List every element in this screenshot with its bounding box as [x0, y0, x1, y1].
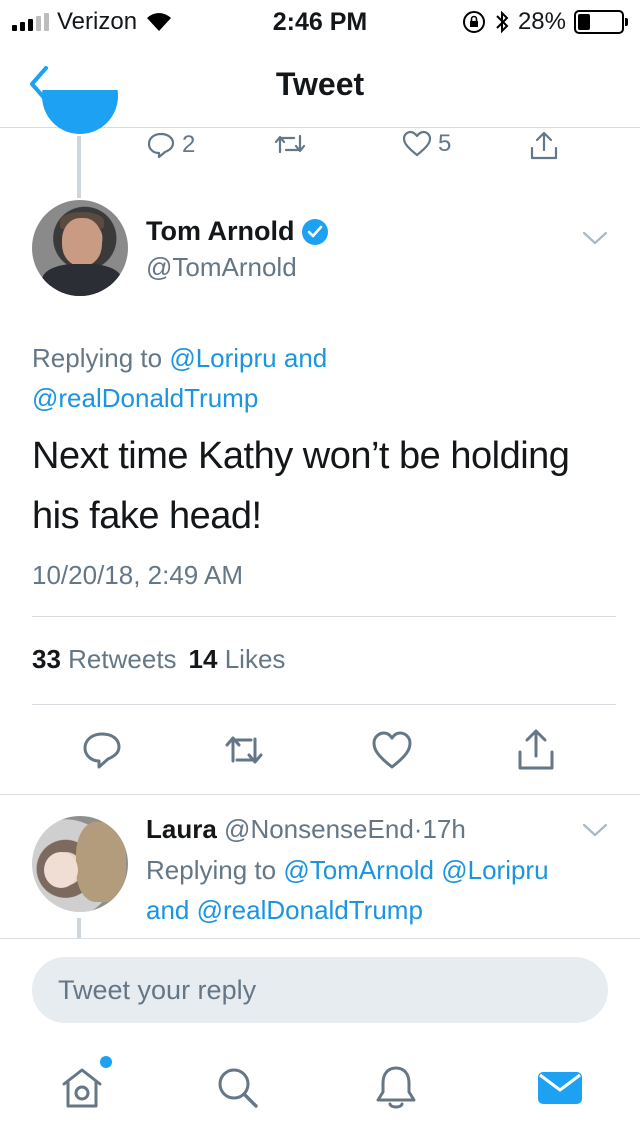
reply-meta: Laura @NonsenseEnd·17h — [146, 814, 466, 845]
reply-name[interactable]: Laura — [146, 814, 217, 844]
replying-and[interactable]: and — [284, 343, 327, 373]
prev-share-button[interactable] — [528, 130, 560, 162]
author-handle[interactable]: @TomArnold — [146, 252, 297, 283]
likes-stat[interactable]: 14 Likes — [189, 644, 286, 675]
tweet-actions — [0, 728, 640, 772]
mention-link[interactable]: @realDonaldTrump — [197, 895, 423, 925]
prev-like-button[interactable]: 5 — [402, 130, 451, 158]
bluetooth-icon — [496, 10, 509, 34]
reply-replying-prefix: Replying to — [146, 855, 277, 885]
bell-icon — [376, 1066, 416, 1109]
likes-label: Likes — [224, 644, 286, 674]
tab-search[interactable] — [212, 1062, 264, 1114]
reply-avatar[interactable] — [32, 816, 128, 912]
battery-percent: 28% — [517, 8, 566, 35]
reply-and[interactable]: and — [146, 895, 189, 925]
rotation-lock-icon — [462, 11, 485, 33]
home-icon — [62, 1068, 102, 1108]
tweet-timestamp: 10/20/18, 2:49 AM — [32, 560, 244, 590]
search-icon — [218, 1068, 258, 1108]
replying-to: Replying to @Loripru and @realDonaldTrum… — [32, 338, 612, 418]
reply-handle[interactable]: @NonsenseEnd — [224, 814, 414, 844]
prev-retweet-button[interactable] — [272, 130, 308, 158]
mention-link[interactable]: @Loripru — [169, 343, 276, 373]
new-content-dot — [100, 1056, 112, 1068]
heart-icon — [402, 130, 432, 157]
tab-home[interactable] — [56, 1056, 112, 1114]
prev-reply-count: 2 — [182, 131, 196, 158]
chevron-down-icon[interactable] — [582, 822, 608, 838]
reply-time: 17h — [422, 814, 466, 844]
divider — [32, 704, 616, 705]
status-right: 28% — [462, 8, 628, 36]
author-avatar[interactable] — [32, 200, 128, 296]
verified-badge-icon — [302, 218, 329, 245]
tab-notifications[interactable] — [370, 1062, 422, 1114]
tweet-author: Tom Arnold @TomArnold — [32, 200, 608, 300]
tab-bar — [0, 1040, 640, 1136]
author-name[interactable]: Tom Arnold — [146, 216, 294, 247]
prev-tweet-actions: 2 5 — [0, 128, 640, 164]
reply-icon[interactable] — [80, 728, 124, 772]
reply-input[interactable]: Tweet your reply — [32, 957, 608, 1023]
divider — [32, 616, 616, 617]
status-bar: Verizon 2:46 PM 28% — [0, 0, 640, 40]
share-icon[interactable] — [514, 728, 558, 772]
heart-icon[interactable] — [370, 728, 414, 772]
thread-line — [77, 918, 81, 938]
retweet-icon[interactable] — [222, 728, 266, 772]
battery-icon — [574, 10, 628, 34]
prev-like-count: 5 — [438, 130, 452, 157]
tweet-text: Next time Kathy won’t be holding his fak… — [32, 435, 570, 537]
chevron-down-icon[interactable] — [582, 230, 608, 246]
reply-replying-to: Replying to @TomArnold @Loripru and @rea… — [146, 850, 606, 930]
author-name-row: Tom Arnold — [146, 216, 329, 247]
retweets-stat[interactable]: 33 Retweets — [32, 644, 177, 675]
reply-icon — [147, 132, 175, 159]
likes-count: 14 — [188, 644, 218, 674]
retweets-count: 33 — [32, 644, 61, 674]
divider — [0, 794, 640, 795]
mention-link[interactable]: @Loripru — [441, 855, 548, 885]
compose-area: Tweet your reply — [0, 938, 640, 1038]
retweet-icon — [274, 134, 306, 154]
mention-link[interactable]: @TomArnold — [283, 855, 434, 885]
mention-link[interactable]: @realDonaldTrump — [32, 383, 258, 413]
replying-prefix: Replying to — [32, 343, 163, 373]
tweet-stats: 33 Retweets 14 Likes — [32, 644, 285, 675]
retweets-label: Retweets — [68, 644, 177, 674]
share-icon — [530, 131, 558, 160]
prev-reply-button[interactable]: 2 — [146, 130, 195, 160]
envelope-icon — [538, 1072, 582, 1104]
tab-messages[interactable] — [534, 1062, 586, 1114]
